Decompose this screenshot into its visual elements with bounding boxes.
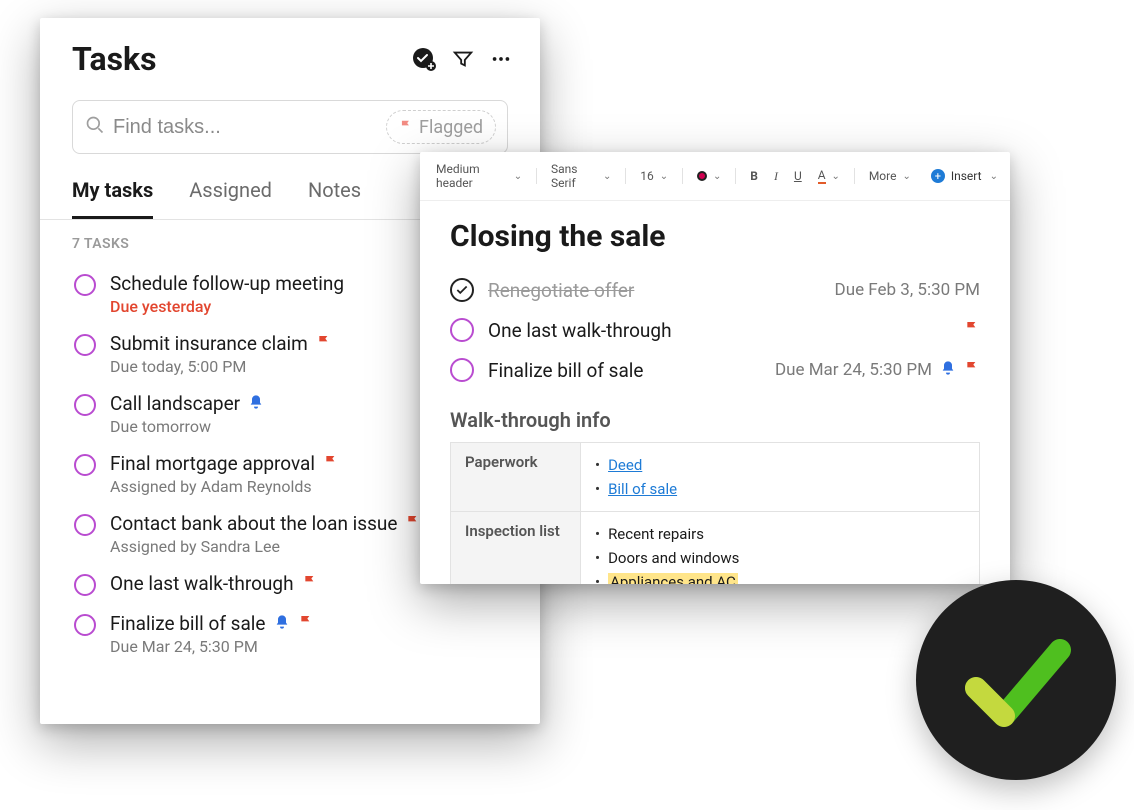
- flag-icon: [399, 117, 413, 138]
- task-title: Schedule follow-up meeting: [110, 272, 344, 295]
- task-title: Finalize bill of sale: [110, 612, 266, 635]
- color-dropdown[interactable]: [693, 169, 725, 184]
- task-title: Submit insurance claim: [110, 332, 308, 355]
- list-item-text: Doors and windows: [608, 549, 739, 567]
- size-dropdown[interactable]: 16: [636, 167, 672, 185]
- tasks-header: Tasks: [40, 18, 540, 92]
- check-icon: [956, 620, 1076, 740]
- underline-button[interactable]: U: [790, 167, 806, 185]
- table-row: Inspection list Recent repairs Doors and…: [451, 512, 980, 585]
- task-checkbox[interactable]: [74, 334, 96, 356]
- tab-my-tasks[interactable]: My tasks: [72, 178, 153, 219]
- task-title: Final mortgage approval: [110, 452, 315, 475]
- tasks-header-actions: [412, 47, 512, 71]
- flag-icon: [302, 572, 318, 595]
- search-row: Flagged: [40, 92, 540, 154]
- insert-label: Insert: [951, 169, 982, 183]
- task-checkbox[interactable]: [74, 574, 96, 596]
- more-icon[interactable]: [490, 48, 512, 70]
- task-checkbox[interactable]: [450, 318, 474, 342]
- note-task-item[interactable]: Finalize bill of sale Due Mar 24, 5:30 P…: [450, 350, 980, 390]
- task-item[interactable]: Finalize bill of sale Due Mar 24, 5:30 P…: [68, 604, 522, 664]
- link-deed[interactable]: Deed: [608, 456, 642, 474]
- task-checkbox[interactable]: [74, 614, 96, 636]
- bold-button[interactable]: B: [746, 167, 762, 185]
- table-cell: Recent repairs Doors and windows Applian…: [581, 512, 980, 585]
- color-swatch-icon: [697, 171, 707, 181]
- style-dropdown[interactable]: Medium header: [432, 160, 526, 192]
- italic-button[interactable]: I: [770, 167, 782, 186]
- section-heading: Walk-through info: [450, 408, 980, 432]
- insert-button[interactable]: + Insert: [931, 169, 998, 183]
- flag-icon: [298, 612, 314, 635]
- search-input[interactable]: [105, 116, 386, 139]
- task-checkbox[interactable]: [74, 394, 96, 416]
- filter-icon[interactable]: [452, 48, 474, 70]
- task-title: One last walk-through: [110, 572, 294, 595]
- note-task-title: One last walk-through: [488, 319, 672, 342]
- text-color-button[interactable]: A: [814, 166, 844, 186]
- flag-icon: [964, 360, 980, 381]
- task-checkbox[interactable]: [450, 358, 474, 382]
- plus-icon: +: [931, 169, 945, 183]
- note-task-due: Due Feb 3, 5:30 PM: [835, 280, 980, 300]
- bell-icon: [248, 392, 264, 415]
- table-cell-label: Inspection list: [451, 512, 581, 585]
- bell-icon: [274, 612, 290, 635]
- task-checkbox[interactable]: [74, 274, 96, 296]
- tab-notes[interactable]: Notes: [308, 178, 361, 219]
- task-title: Contact bank about the loan issue: [110, 512, 397, 535]
- note-task-title: Renegotiate offer: [488, 279, 634, 302]
- search-box[interactable]: Flagged: [72, 100, 508, 154]
- bell-icon: [940, 360, 956, 381]
- list-item-text-highlighted: Appliances and AC: [608, 573, 738, 584]
- search-icon: [85, 115, 105, 139]
- tasks-title: Tasks: [72, 40, 157, 78]
- note-title: Closing the sale: [450, 219, 980, 254]
- task-checkbox[interactable]: [74, 514, 96, 536]
- link-bill-of-sale[interactable]: Bill of sale: [608, 480, 677, 498]
- editor-toolbar: Medium header Sans Serif 16 B I U A More…: [420, 152, 1010, 201]
- task-meta: Due Mar 24, 5:30 PM: [110, 637, 516, 656]
- flag-icon: [964, 320, 980, 341]
- check-badge: [916, 580, 1116, 780]
- table-cell-label: Paperwork: [451, 443, 581, 512]
- table-cell: Deed Bill of sale: [581, 443, 980, 512]
- flag-icon: [316, 332, 332, 355]
- table-row: Paperwork Deed Bill of sale: [451, 443, 980, 512]
- flag-icon: [323, 452, 339, 475]
- add-task-icon[interactable]: [412, 47, 436, 71]
- note-panel: Medium header Sans Serif 16 B I U A More…: [420, 152, 1010, 584]
- task-checkbox-done[interactable]: [450, 278, 474, 302]
- note-body: Closing the sale Renegotiate offer Due F…: [420, 201, 1010, 584]
- info-table: Paperwork Deed Bill of sale Inspection l…: [450, 442, 980, 584]
- list-item-text: Recent repairs: [608, 525, 704, 543]
- note-task-title: Finalize bill of sale: [488, 359, 644, 382]
- flagged-filter-label: Flagged: [419, 117, 483, 138]
- note-task-due: Due Mar 24, 5:30 PM: [775, 360, 932, 380]
- task-checkbox[interactable]: [74, 454, 96, 476]
- more-dropdown[interactable]: More: [865, 167, 915, 185]
- note-task-item[interactable]: Renegotiate offer Due Feb 3, 5:30 PM: [450, 270, 980, 310]
- tab-assigned[interactable]: Assigned: [189, 178, 272, 219]
- task-title: Call landscaper: [110, 392, 240, 415]
- flagged-filter-chip[interactable]: Flagged: [386, 110, 496, 144]
- font-dropdown[interactable]: Sans Serif: [547, 160, 615, 192]
- note-task-item[interactable]: One last walk-through: [450, 310, 980, 350]
